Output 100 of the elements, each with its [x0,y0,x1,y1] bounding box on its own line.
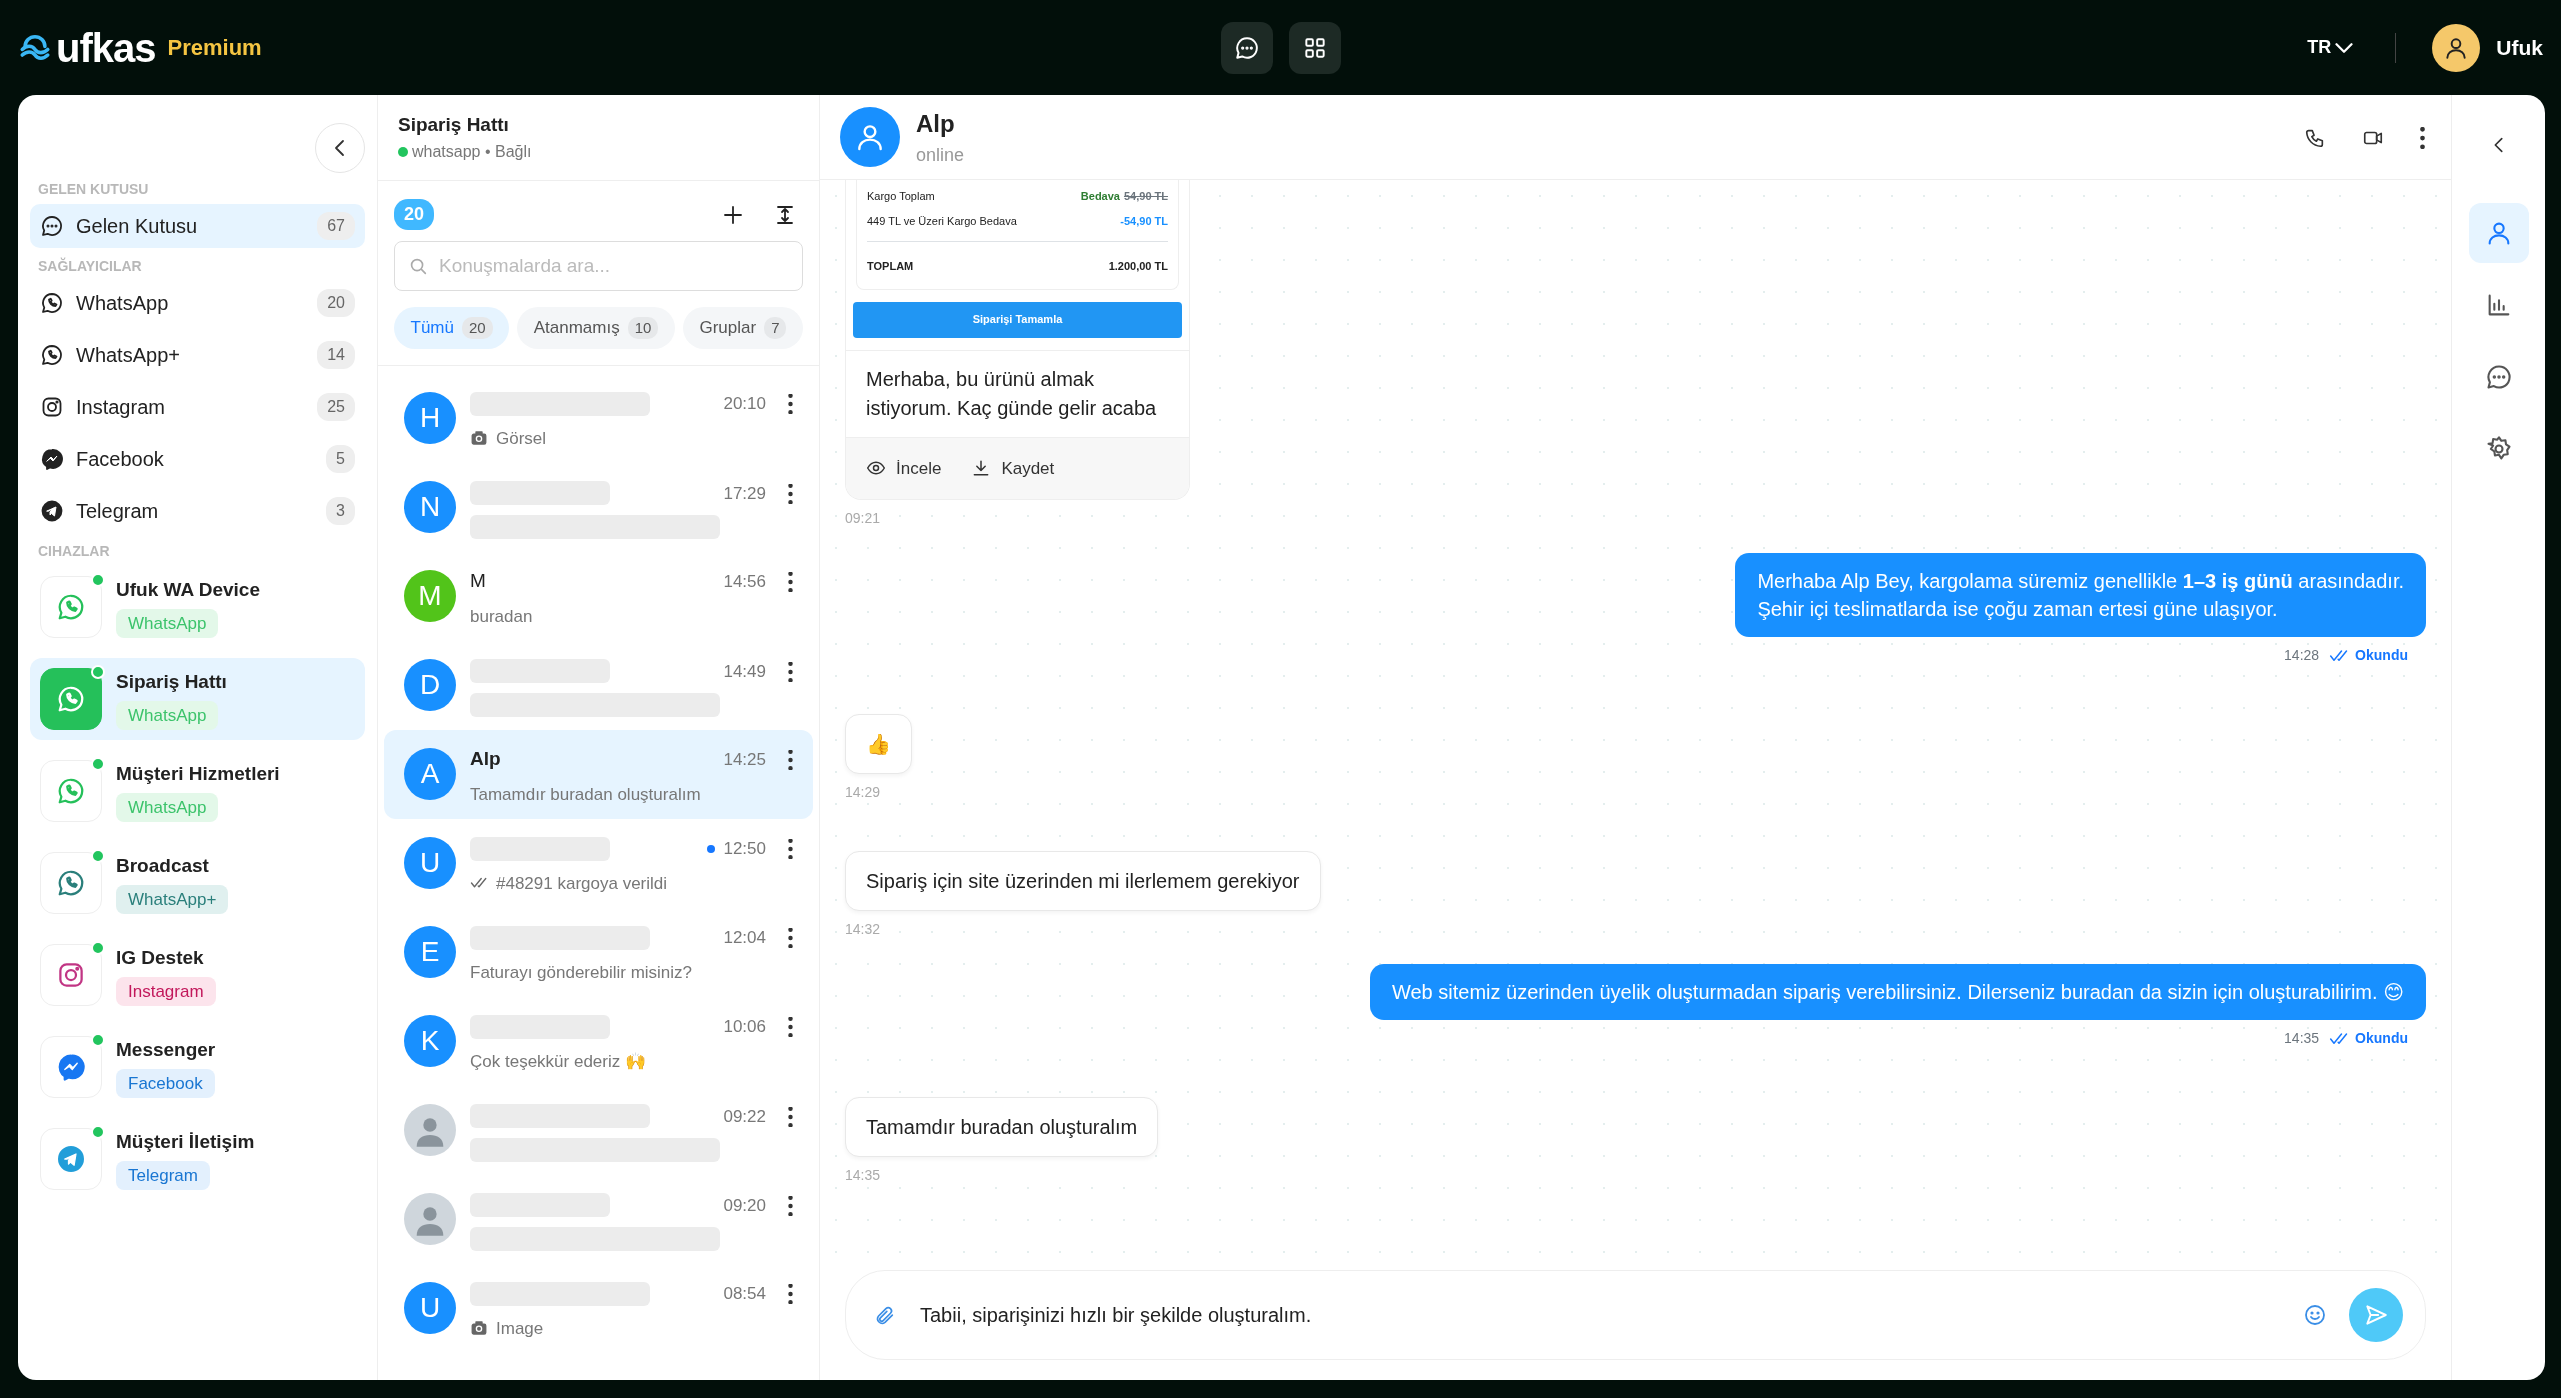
view-button[interactable]: İncele [866,455,942,481]
free-label: Bedava [1080,190,1120,202]
timestamp: 12:04 [723,926,766,949]
whatsapp-icon [56,776,86,806]
message-preview: Tamamdır buradan oluşturalım [470,783,701,806]
sidebar-item[interactable]: Telegram 3 [30,489,365,533]
user-name[interactable]: Ufuk [2496,31,2543,64]
caret-icon [2335,42,2354,53]
avatar-circle: N [404,481,456,534]
sidebar-item[interactable]: WhatsApp+ 14 [30,333,365,377]
sidebar-item[interactable]: Gelen Kutusu 67 [30,204,365,248]
message-text: Merhaba, bu ürünü almak istiyorum. Kaç günde gelir acaba [846,349,1189,437]
platform-tag: WhatsApp [116,608,219,638]
instagram-icon [40,395,64,419]
message-bubble: 👍 [845,714,912,774]
kebab-menu-icon [788,839,793,860]
price: 1.200,00 TL [1108,260,1168,272]
conversation-item[interactable]: E 12:04 Faturayı gönderebilir misiniz? [384,907,813,997]
conversation-item[interactable]: U 08:54 Image [384,1263,813,1353]
kebab-menu-icon [788,394,793,415]
conversation-item[interactable]: 09:20 [384,1174,813,1264]
kebab-menu-icon [788,484,793,505]
conversation-item[interactable]: M M 14:56 buradan [384,551,813,641]
conversation-item[interactable]: N 17:29 [384,462,813,552]
language-selector[interactable]: TR [2301,33,2360,62]
whatsapp-icon [40,291,64,315]
message-bubble: Sipariş için site üzerinden mi ilerlemem gerekiyor [845,851,1321,911]
device-item[interactable]: Müşteri Hizmetleri WhatsApp [30,750,365,832]
read-status: Okundu [2355,646,2408,665]
status-text: whatsapp • Bağlı [412,141,532,162]
section-title: GELEN KUTUSU [38,180,150,199]
price: -54,90 TL [1120,214,1168,227]
message-bubble: Tamamdır buradan oluşturalım [845,1097,1159,1157]
presence-status: online [916,143,965,167]
conversation-item[interactable]: U 12:50 #48291 kargoya verildi [384,818,813,908]
sidebar-item[interactable]: WhatsApp 20 [30,281,365,325]
save-button[interactable]: Kaydet [971,455,1055,481]
timestamp: 14:49 [723,660,766,683]
sidebar-tab[interactable] [2468,203,2529,263]
conversation-item[interactable]: D 14:49 [384,640,813,730]
chat-button[interactable] [1221,21,1274,74]
conversation-item[interactable]: 09:22 [384,1085,813,1175]
avatar-circle: A [404,748,456,801]
chat-bubble-icon [40,214,64,238]
timestamp: 14:32 [845,920,882,939]
kebab-menu-icon [788,1107,793,1128]
section-title: SAĞLAYICILAR [38,256,143,276]
sidebar-item[interactable]: Instagram 25 [30,385,365,429]
kebab-menu-icon [788,572,793,593]
timestamp: 14:29 [845,783,882,802]
avatar-circle: U [404,837,456,890]
message-preview: Image [496,1317,544,1340]
count-badge: 5 [326,445,355,473]
contact-name: M [470,569,486,594]
kebab-menu-icon [788,1017,793,1038]
device-item[interactable]: Broadcast WhatsApp+ [30,842,365,924]
platform-tag: Facebook [116,1068,215,1098]
logo-text: ufkas [56,24,156,72]
summary-label: Kargo Toplam [867,189,935,204]
timestamp: 09:20 [723,1194,766,1217]
send-icon [2363,1302,2389,1328]
message-preview: Görsel [496,427,547,450]
kebab-menu-icon [2420,126,2425,149]
smiley-icon [2303,1303,2327,1328]
filter-tab[interactable]: Atanmamış 10 [517,307,675,349]
timestamp: 14:28 [2284,646,2320,665]
filter-tab[interactable]: Tümü 20 [394,307,510,349]
message-bubble: Web sitemiz üzerinden üyelik oluşturmadan sipariş verebilirsiniz. Dilerseniz buradan da sizin için oluşturabilirim. 😊 [1370,964,2426,1020]
sidebar-item[interactable]: Facebook 5 [30,437,365,481]
timestamp: 14:35 [2284,1029,2320,1048]
conversation-item[interactable]: K 10:06 Çok teşekkür ederiz 🙌 [384,996,813,1086]
kebab-menu-icon [788,662,793,683]
kebab-menu-icon [788,1284,793,1305]
message-bubble: Merhaba Alp Bey, kargolama süremiz genellikle 1–3 iş günü arasındadır. Şehir içi teslimatlarda ise çoğu zaman ertesi güne ulaşıyor. [1735,553,2426,637]
avatar-circle: D [404,659,456,712]
platform-tag: Telegram [116,1160,210,1190]
count-badge: 20 [317,289,355,317]
conversation-item[interactable]: H 20:10 Görsel [384,373,813,463]
avatar-circle: M [404,570,456,623]
telegram-icon [40,499,64,523]
search-field[interactable]: Konuşmalarda ara... [394,241,803,292]
filter-tab[interactable]: Gruplar 7 [682,307,803,349]
timestamp: 20:10 [723,392,766,415]
count-badge: 20 [394,199,435,231]
device-item[interactable]: Messenger Facebook [30,1026,365,1108]
device-item[interactable]: IG Destek Instagram [30,934,365,1016]
device-item[interactable]: Müşteri İletişim Telegram [30,1118,365,1200]
device-item[interactable]: Sipariş Hattı WhatsApp [30,658,365,740]
message-preview: buradan [470,605,533,628]
timestamp: 09:21 [845,509,882,528]
avatar-circle: E [404,926,456,979]
message-composer[interactable]: Tabii, siparişinizi hızlı bir şekilde oluşturalım. [845,1270,2426,1360]
whatsapp-icon [56,592,86,622]
timestamp: 14:25 [723,748,766,771]
apps-button[interactable] [1289,21,1342,74]
message-preview: #48291 kargoya verildi [496,872,668,895]
device-item[interactable]: Ufuk WA Device WhatsApp [30,566,365,648]
avatar-circle: H [404,392,456,445]
conversation-item[interactable]: A Alp 14:25 Tamamdır buradan oluşturalım [384,729,813,819]
message-preview: Çok teşekkür ederiz 🙌 [470,1050,646,1073]
